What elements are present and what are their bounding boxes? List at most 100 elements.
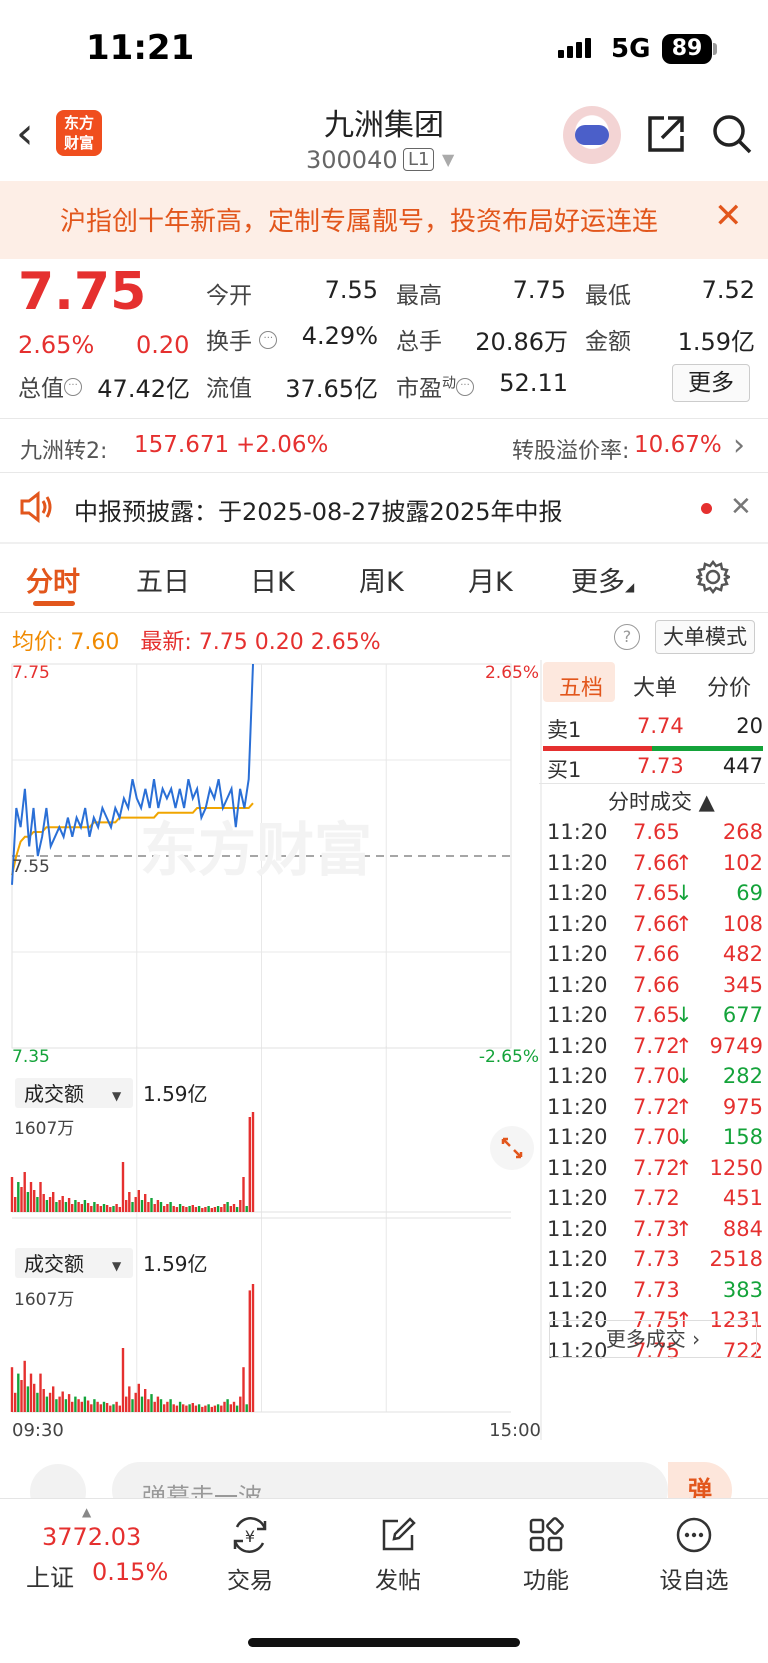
volume-max-1: 1607万 [14,1119,74,1139]
volume-bar [223,1204,226,1212]
battery-tip [713,43,717,55]
big-order-mode-button[interactable]: 大单模式 [655,620,755,654]
tab-more[interactable]: 更多◢ [571,560,634,599]
volume-total-1: 1.59亿 [143,1082,208,1106]
help-icon[interactable]: ? [614,624,640,650]
share-icon[interactable] [644,112,688,156]
volume-bar [191,1403,194,1412]
premium-label[interactable]: 转股溢价率: [512,433,629,465]
volume-bar [140,1396,144,1412]
volume-bar [153,1204,156,1212]
index-value[interactable]: 3772.03 [42,1523,141,1551]
volume-bar [90,1404,93,1412]
volume-bar [226,1399,229,1412]
chevron-down-icon[interactable]: ▼ [112,1259,122,1273]
convertible-label[interactable]: 九洲转2: [20,433,107,465]
volume-bar [36,1197,39,1212]
trade-price: 7.65 [633,820,680,844]
chart-grid [11,660,542,1440]
tab-monthly-k[interactable]: 月K [468,560,513,599]
volume-bar [42,1389,45,1412]
trade-arrow: ↓ [675,1003,693,1027]
volume-bar [77,1202,80,1212]
volume-bar [115,1204,118,1212]
volume-bar [74,1200,77,1212]
close-icon[interactable]: ✕ [730,492,752,522]
nav-add-watchlist-label: 设自选 [659,1568,729,1594]
index-pct[interactable]: 0.15% [92,1558,168,1586]
volume-label-2[interactable]: 成交额 [24,1252,84,1276]
volume-bar [96,1401,99,1412]
volume-bar [140,1200,144,1212]
volume-bar [10,1367,14,1412]
volume-bar [159,1399,163,1412]
pe-value: 52.11 [499,369,568,397]
trades-header[interactable]: 分时成交 ▲ [608,786,715,816]
nav-functions-label: 功能 [523,1568,569,1594]
volume-bar [150,1394,153,1412]
trade-volume: 975 [722,1094,763,1119]
premium-value[interactable]: 10.67% [634,432,722,458]
tab-price-dist[interactable]: 分价 [707,670,751,702]
trade-row: 11:20 7.66 ↑ 102 [547,851,767,883]
nav-add-watchlist[interactable]: 设自选 [634,1515,754,1595]
stock-code[interactable]: 300040 [306,146,398,174]
convertible-price[interactable]: 157.671 [134,432,229,458]
sell1-volume: 20 [736,714,763,738]
trade-row: 11:20 7.65 ↓ 69 [547,881,767,913]
search-icon[interactable] [710,112,754,156]
more-button[interactable]: 更多 [672,364,750,402]
convertible-change[interactable]: +2.06% [236,432,328,458]
tab-five-day[interactable]: 五日 [136,560,190,599]
tab-intraday[interactable]: 分时 [26,560,80,599]
volume-bar [105,1205,109,1212]
trade-row: 11:20 7.70 ↓ 158 [547,1125,767,1157]
volume-bar [93,1399,96,1412]
latest-value: 7.75 [198,630,248,655]
volume-bar [166,1401,169,1412]
trade-arrow: ↑ [675,1155,693,1180]
volume-bar [150,1198,153,1212]
volume-bar [201,1208,204,1212]
volume-max-2: 1607万 [14,1290,74,1310]
promo-banner-text[interactable]: 沪指创十年新高，定制专属靓号，投资布局好运连连 [60,201,688,238]
clock: 11:21 [86,28,195,68]
volume-bar [52,1386,55,1412]
volume-bar [194,1405,198,1412]
intraday-chart[interactable]: 东方财富 7.75 7.55 7.35 2.65% -2.65% 成交额 ▼ 1… [0,660,543,1440]
volume-bar [163,1404,166,1412]
index-name[interactable]: 上证 [26,1558,74,1593]
volume-bar [90,1206,93,1212]
latest-pct: 2.65% [310,630,381,655]
more-trades-button[interactable]: 更多成交 › [549,1320,757,1358]
tab-five-levels[interactable]: 五档 [559,670,603,702]
volume-bar [235,1405,239,1412]
chevron-right-icon[interactable]: › [733,428,745,463]
close-icon[interactable]: ✕ [714,196,743,236]
nav-post[interactable]: 发帖 [338,1515,458,1595]
expand-icon[interactable] [490,1126,534,1170]
grid-apps-icon [529,1517,564,1552]
chevron-up-icon[interactable]: ▲ [82,1505,91,1519]
volume-bar [131,1399,134,1412]
nav-trade[interactable]: ¥ 交易 [190,1515,310,1595]
volume-bar [242,1367,245,1412]
settings-gear-icon[interactable] [696,560,730,594]
chevron-down-icon[interactable]: ▼ [442,150,454,169]
volume-bar [74,1396,77,1412]
trade-price: 7.65 [633,1003,680,1027]
tab-big-orders[interactable]: 大单 [633,670,677,702]
trade-volume: 282 [722,1064,763,1088]
volume-bar [83,1200,87,1212]
x-label-end: 15:00 [489,1420,541,1440]
notice-text[interactable]: 中报预披露：于2025-08-27披露2025年中报 [74,492,563,527]
open-label: 今开 [206,283,252,309]
tab-daily-k[interactable]: 日K [250,560,295,599]
tab-weekly-k[interactable]: 周K [359,560,404,599]
volume-label-1[interactable]: 成交额 [24,1082,84,1106]
chevron-down-icon[interactable]: ▼ [112,1089,122,1103]
nav-functions[interactable]: 功能 [486,1515,606,1595]
post-edit-icon [382,1517,416,1551]
trade-price: 7.66 [633,942,680,966]
trade-price: 7.66 [633,972,680,997]
